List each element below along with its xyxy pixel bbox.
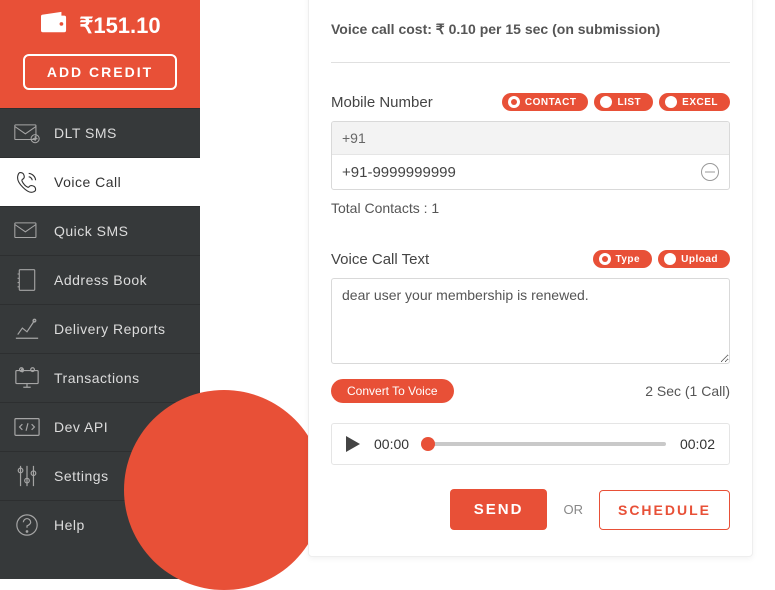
voice-text-input[interactable]	[331, 278, 730, 364]
add-credit-button[interactable]: ADD CREDIT	[23, 54, 177, 90]
sidebar-item-label: Help	[54, 517, 85, 533]
sidebar-item-address-book[interactable]: Address Book	[0, 255, 200, 304]
audio-player: 00:00 00:02	[331, 423, 730, 465]
voice-duration: 2 Sec (1 Call)	[645, 383, 730, 399]
sidebar-item-quick-sms[interactable]: Quick SMS	[0, 206, 200, 255]
sidebar-item-label: Transactions	[54, 370, 140, 386]
divider	[331, 62, 730, 63]
radio-dot-icon	[599, 253, 611, 265]
help-icon	[14, 513, 40, 537]
envelope-icon	[14, 219, 40, 243]
wallet-panel: ₹151.10 ADD CREDIT	[0, 0, 200, 108]
player-track[interactable]	[423, 442, 666, 446]
or-label: OR	[563, 502, 583, 517]
mobile-number-box: +91 +91-9999999999	[331, 121, 730, 190]
country-prefix[interactable]: +91	[332, 122, 729, 155]
sidebar-item-label: Quick SMS	[54, 223, 129, 239]
pill-upload[interactable]: Upload	[658, 250, 730, 268]
sidebar-item-label: Dev API	[54, 419, 108, 435]
radio-dot-icon	[664, 253, 676, 265]
wallet-balance: ₹151.10	[79, 13, 160, 39]
voice-text-label: Voice Call Text	[331, 251, 429, 268]
sidebar-item-label: DLT SMS	[54, 125, 117, 141]
convert-to-voice-button[interactable]: Convert To Voice	[331, 379, 454, 403]
pill-contact[interactable]: CONTACT	[502, 93, 589, 111]
sidebar-item-label: Voice Call	[54, 174, 121, 190]
pill-type[interactable]: Type	[593, 250, 653, 268]
radio-dot-icon	[665, 96, 677, 108]
remove-contact-icon[interactable]	[701, 163, 719, 181]
radio-dot-icon	[600, 96, 612, 108]
sidebar-item-label: Address Book	[54, 272, 147, 288]
mobile-number-label: Mobile Number	[331, 94, 433, 111]
player-current-time: 00:00	[374, 436, 409, 452]
sidebar-item-label: Delivery Reports	[54, 321, 165, 337]
send-button[interactable]: SEND	[450, 489, 548, 530]
wallet-icon	[39, 10, 69, 42]
sidebar-item-delivery-reports[interactable]: Delivery Reports	[0, 304, 200, 353]
contact-number: +91-9999999999	[342, 164, 456, 181]
book-icon	[14, 268, 40, 292]
svg-text:$: $	[21, 369, 23, 373]
contact-row: +91-9999999999	[332, 155, 729, 189]
chart-icon	[14, 317, 40, 341]
phone-icon	[14, 170, 40, 194]
sidebar-item-transactions[interactable]: $ Transactions	[0, 353, 200, 402]
schedule-button[interactable]: SCHEDULE	[599, 490, 730, 530]
voice-call-card: Voice call cost: ₹ 0.10 per 15 sec (on s…	[308, 0, 753, 557]
sliders-icon	[14, 464, 40, 488]
play-icon[interactable]	[346, 436, 360, 452]
envelope-plus-icon	[14, 121, 40, 145]
code-icon	[14, 415, 40, 439]
main-area: Voice call cost: ₹ 0.10 per 15 sec (on s…	[200, 0, 775, 579]
total-contacts: Total Contacts : 1	[331, 200, 730, 216]
sidebar-item-dlt-sms[interactable]: DLT SMS	[0, 108, 200, 157]
cost-line: Voice call cost: ₹ 0.10 per 15 sec (on s…	[331, 0, 730, 62]
player-thumb[interactable]	[421, 437, 435, 451]
sidebar-item-voice-call[interactable]: Voice Call	[0, 157, 200, 206]
player-total-time: 00:02	[680, 436, 715, 452]
pill-excel[interactable]: EXCEL	[659, 93, 730, 111]
radio-dot-icon	[508, 96, 520, 108]
sidebar-item-label: Settings	[54, 468, 109, 484]
pill-list[interactable]: LIST	[594, 93, 653, 111]
monitor-money-icon: $	[14, 366, 40, 390]
background-curve	[124, 390, 324, 590]
